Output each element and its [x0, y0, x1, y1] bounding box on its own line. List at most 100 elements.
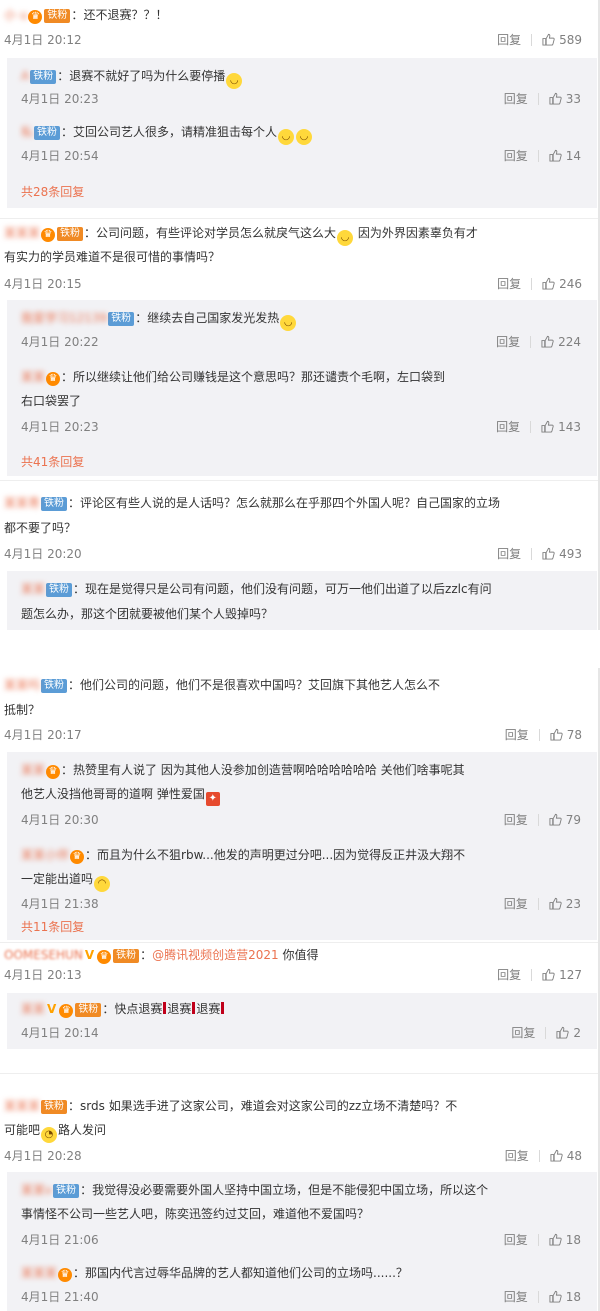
- reply-box: 某某 铁粉 ：现在是觉得只是公司有问题，他们没有问题，可万一他们出道了以后zzlc有…: [7, 571, 597, 630]
- thumbs-up-icon[interactable]: [541, 420, 554, 433]
- thumbs-up-icon[interactable]: [549, 149, 562, 162]
- thumbs-up-icon[interactable]: [549, 1290, 562, 1303]
- fan-badge[interactable]: 铁粉: [41, 679, 68, 693]
- reply-meta: 4月1日 20:54 回复 14: [21, 146, 581, 166]
- fan-badge[interactable]: 铁粉: [113, 949, 140, 963]
- commenter-name[interactable]: 小 u: [4, 3, 27, 27]
- reply-time: 4月1日 21:38: [21, 897, 99, 911]
- replier-name[interactable]: 某某: [21, 365, 45, 389]
- thumbs-up-icon[interactable]: [541, 335, 554, 348]
- reply-text: 某某 ♛ ：所以继续让他们给公司赚钱是这个意思吗？那还谴责个毛啊，左口袋到: [21, 365, 585, 389]
- thumbs-up-icon[interactable]: [550, 728, 563, 741]
- replier-name[interactable]: 某某: [21, 577, 45, 601]
- replier-name[interactable]: 私: [21, 120, 33, 144]
- fan-badge[interactable]: 铁粉: [34, 126, 61, 140]
- fan-badge[interactable]: 铁粉: [53, 1184, 80, 1198]
- commenter-name[interactable]: 某某某: [4, 1094, 40, 1118]
- reply-button[interactable]: 回复: [496, 420, 520, 434]
- replier-name[interactable]: 我爱学习12139: [21, 306, 107, 330]
- commenter-name[interactable]: 某某青: [4, 491, 40, 515]
- like-count: 18: [565, 1233, 581, 1247]
- replier-name[interactable]: A: [21, 64, 29, 88]
- reply-body: 而且为什么不狙rbw...他发的声明更过分吧...因为觉得反正井汲大翔不: [97, 848, 466, 862]
- fan-badge[interactable]: 铁粉: [75, 1003, 102, 1017]
- comment-text: 某某某 铁粉 ：srds 如果选手进了这家公司，难道会对这家公司的zz立场不清楚吗？…: [4, 1094, 588, 1118]
- fan-badge[interactable]: 铁粉: [57, 227, 84, 241]
- comment-meta: 4月1日 20:17 回复 78: [4, 725, 582, 745]
- reply-text: 某某 V ♛ 铁粉 ：快点退赛 退赛 退赛: [21, 997, 585, 1021]
- reply-button[interactable]: 回复: [504, 149, 528, 163]
- reply-button[interactable]: 回复: [511, 1026, 535, 1040]
- replier-name[interactable]: 某某: [21, 758, 45, 782]
- fan-badge[interactable]: 铁粉: [46, 583, 73, 597]
- crown-icon: ♛: [28, 10, 43, 24]
- reply-button[interactable]: 回复: [504, 1290, 528, 1304]
- verified-v-icon: V: [84, 948, 95, 962]
- reply-time: 4月1日 20:22: [21, 335, 99, 349]
- thumbs-up-icon[interactable]: [542, 277, 555, 290]
- fan-badge[interactable]: 铁粉: [30, 70, 57, 84]
- reply-body-cont: 他艺人没挡他哥哥的道啊 弹性爱国: [21, 787, 205, 801]
- thumbs-up-icon[interactable]: [549, 1233, 562, 1246]
- comment-body: 因为外界因素辜负有才: [357, 226, 478, 240]
- more-replies-link[interactable]: 共41条回复: [21, 452, 84, 472]
- redacted-mark: [192, 1002, 196, 1014]
- fan-badge[interactable]: 铁粉: [108, 312, 135, 326]
- reply-button[interactable]: 回复: [497, 547, 521, 561]
- comment-text: 某某吗 铁粉 ：他们公司的问题，他们不是很喜欢中国吗？艾回旗下其他艺人怎么不: [4, 673, 588, 697]
- commenter-name[interactable]: OOMESEHUN: [4, 943, 83, 967]
- like-count: 79: [565, 813, 581, 827]
- smile-face-icon: ◡: [296, 129, 313, 145]
- reply-button[interactable]: 回复: [504, 897, 528, 911]
- replier-name[interactable]: 某某某: [21, 1261, 57, 1285]
- fan-badge[interactable]: 铁粉: [41, 497, 68, 511]
- reply-button[interactable]: 回复: [497, 33, 521, 47]
- comment-time: 4月1日 20:12: [4, 33, 82, 47]
- replier-name[interactable]: 某某: [21, 997, 45, 1021]
- thumbs-up-icon[interactable]: [549, 897, 562, 910]
- reply-button[interactable]: 回复: [504, 813, 528, 827]
- thumbs-up-icon[interactable]: [549, 92, 562, 105]
- fan-badge[interactable]: 铁粉: [44, 9, 71, 23]
- comment-meta: 4月1日 20:13 回复 127: [4, 965, 582, 985]
- reply-button[interactable]: 回复: [505, 728, 529, 742]
- reply-text-cont: 事情怪不公司一些艺人吧，陈奕迅签约过艾回，难道他不爱国吗？: [21, 1207, 370, 1221]
- thumbs-up-icon[interactable]: [556, 1026, 570, 1039]
- more-replies-link[interactable]: 共11条回复: [21, 917, 84, 937]
- commenter-name[interactable]: 某某吗: [4, 673, 40, 697]
- reply-button[interactable]: 回复: [504, 1233, 528, 1247]
- reply-button[interactable]: 回复: [497, 277, 521, 291]
- comment-item: 小 u ♛ 铁粉 ：还不退赛？？！ 4月1日 20:12 回复 589 A 铁粉 ：退赛不就…: [0, 0, 600, 208]
- replier-name[interactable]: 某某v: [21, 1178, 52, 1202]
- reply-box: 某某v 铁粉 ：我觉得没必要需要外国人坚持中国立场，但是不能侵犯中国立场，所以这个 …: [7, 1172, 597, 1311]
- replier-name[interactable]: 某某小伴: [21, 843, 69, 867]
- reply-text-cont: 题怎么办，那这个团就要被他们某个人毁掉吗？: [21, 607, 274, 621]
- thumbs-up-icon[interactable]: [542, 547, 555, 560]
- like-count: 246: [559, 277, 582, 291]
- reply-box: 某某 ♛ ：热赞里有人说了 因为其他人没参加创造营啊哈哈哈哈哈哈 关他们啥事呢其 他…: [7, 752, 597, 940]
- reply-button[interactable]: 回复: [496, 335, 520, 349]
- thumbs-up-icon[interactable]: [542, 968, 555, 981]
- commenter-name[interactable]: 某某某: [4, 221, 40, 245]
- reply-text: 某某 ♛ ：热赞里有人说了 因为其他人没参加创造营啊哈哈哈哈哈哈 关他们啥事呢其: [21, 758, 585, 782]
- reply-time: 4月1日 20:30: [21, 813, 99, 827]
- comment-body: srds 如果选手进了这家公司，难道会对这家公司的zz立场不清楚吗？不: [80, 1099, 458, 1113]
- reply-button[interactable]: 回复: [505, 1149, 529, 1163]
- more-replies-link[interactable]: 共28条回复: [21, 182, 84, 202]
- thumbs-up-icon[interactable]: [549, 813, 562, 826]
- comment-text: OOMESEHUN V ♛ 铁粉 ：@腾讯视频创造营2021 你值得: [4, 943, 588, 967]
- reply-button[interactable]: 回复: [504, 92, 528, 106]
- reply-button[interactable]: 回复: [497, 968, 521, 982]
- sad-face-icon: ◡: [226, 73, 243, 89]
- thumbs-up-icon[interactable]: [542, 33, 555, 46]
- reply-body: 艾回公司艺人很多，请精准狙击每个人: [73, 125, 278, 139]
- fan-badge[interactable]: 铁粉: [41, 1100, 68, 1114]
- comment-text: 小 u ♛ 铁粉 ：还不退赛？？！: [4, 3, 588, 27]
- comment-item: 某某青 铁粉 ：评论区有些人说的是人话吗？怎么就那么在乎那四个外国人呢？自己国家的立…: [0, 481, 600, 630]
- reply-body: 退赛不就好了吗为什么要停播: [69, 69, 226, 83]
- like-count: 589: [559, 33, 582, 47]
- reply-meta: 4月1日 20:22 回复 224: [21, 332, 581, 352]
- kiss-face-icon: ◡: [280, 315, 297, 331]
- thumbs-up-icon[interactable]: [550, 1149, 563, 1162]
- mention-link[interactable]: @腾讯视频创造营2021: [152, 948, 279, 962]
